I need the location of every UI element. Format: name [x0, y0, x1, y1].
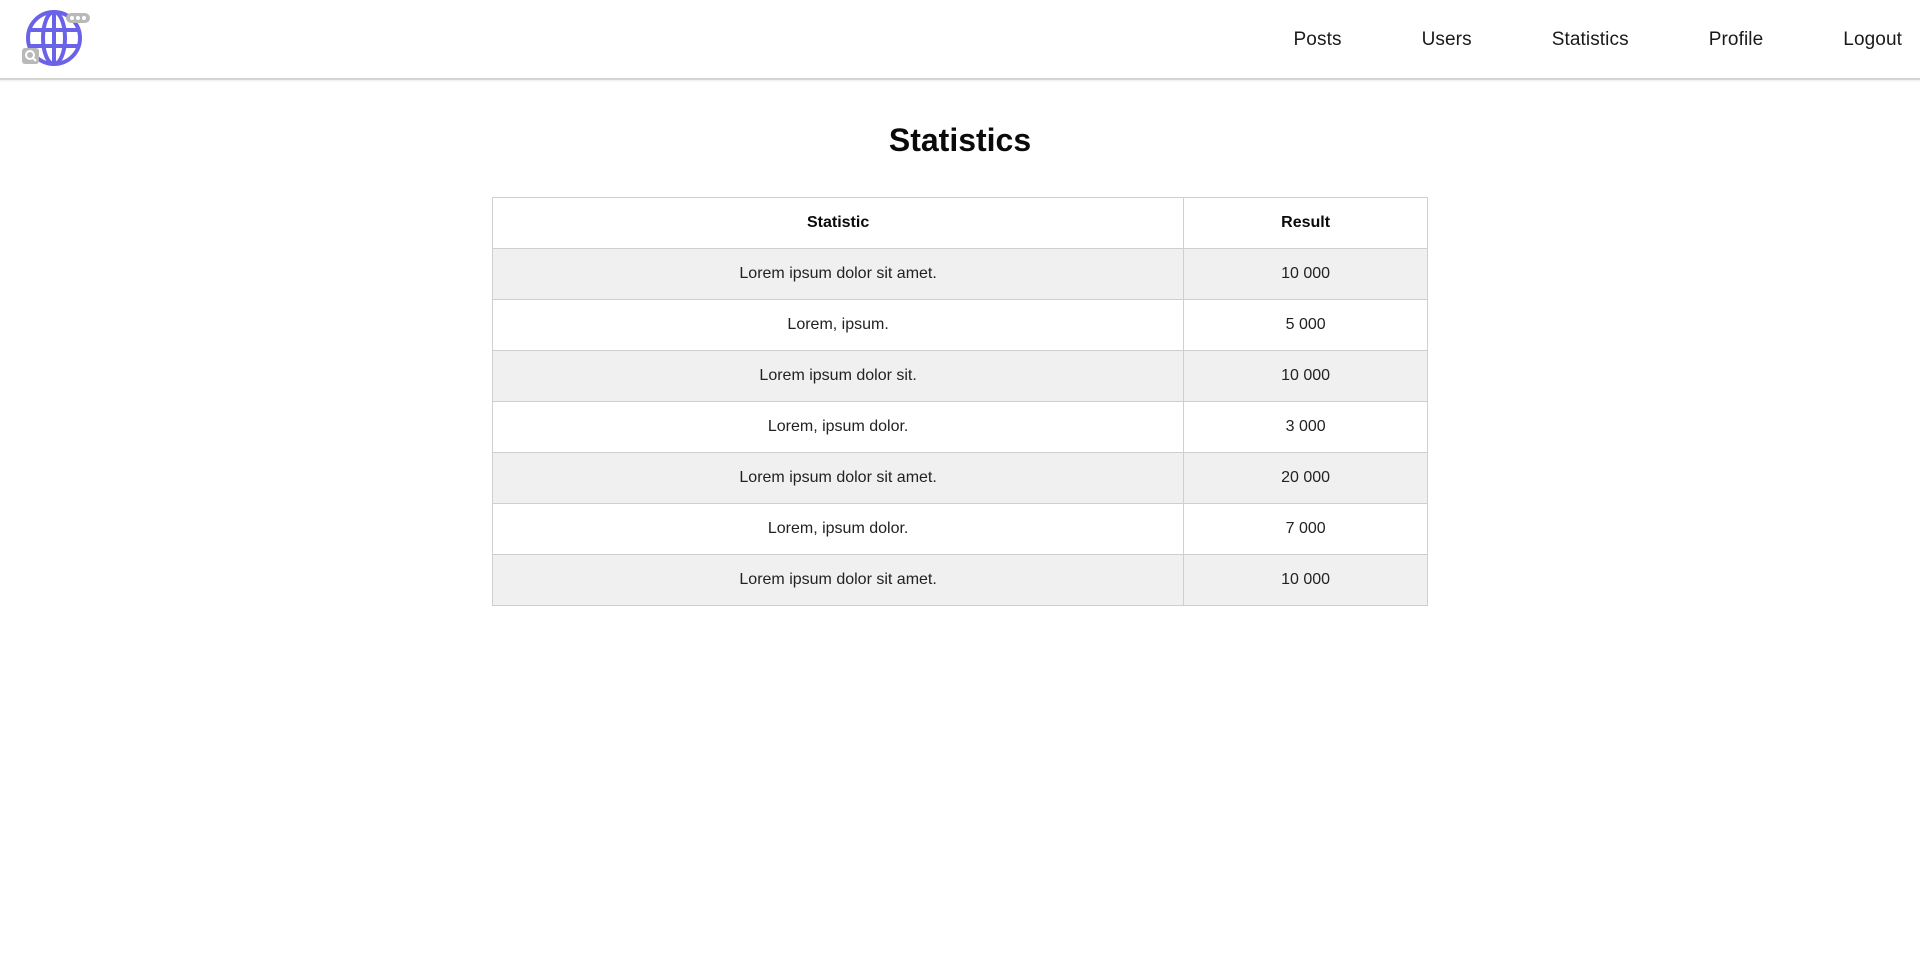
table-row: Lorem ipsum dolor sit. 10 000 [491, 350, 1428, 402]
nav-profile-link[interactable]: Profile [1709, 29, 1764, 51]
result-cell: 20 000 [1183, 452, 1428, 504]
statistic-cell: Lorem ipsum dolor sit. [491, 350, 1185, 402]
table-row: Lorem ipsum dolor sit amet. 20 000 [491, 452, 1428, 504]
nav-statistics-link[interactable]: Statistics [1552, 29, 1629, 51]
statistics-table: Statistic Result Lorem ipsum dolor sit a… [491, 197, 1428, 606]
result-cell: 10 000 [1183, 248, 1428, 300]
result-cell: 5 000 [1183, 299, 1428, 351]
globe-logo-icon[interactable] [22, 8, 92, 68]
top-navbar: Posts Users Statistics Profile Logout [0, 0, 1920, 80]
result-cell: 3 000 [1183, 401, 1428, 453]
column-header-statistic: Statistic [491, 197, 1185, 249]
main-nav: Posts Users Statistics Profile Logout [1294, 0, 1902, 80]
nav-users-link[interactable]: Users [1422, 29, 1472, 51]
column-header-result: Result [1183, 197, 1428, 249]
result-cell: 7 000 [1183, 503, 1428, 555]
statistic-cell: Lorem, ipsum. [491, 299, 1185, 351]
globe-logo-svg [22, 10, 90, 66]
statistic-cell: Lorem, ipsum dolor. [491, 503, 1185, 555]
table-row: Lorem, ipsum. 5 000 [491, 299, 1428, 351]
table-row: Lorem ipsum dolor sit amet. 10 000 [491, 248, 1428, 300]
nav-logout-link[interactable]: Logout [1843, 29, 1902, 51]
nav-posts-link[interactable]: Posts [1294, 29, 1342, 51]
statistic-cell: Lorem ipsum dolor sit amet. [491, 452, 1185, 504]
statistic-cell: Lorem ipsum dolor sit amet. [491, 248, 1185, 300]
table-row: Lorem, ipsum dolor. 3 000 [491, 401, 1428, 453]
result-cell: 10 000 [1183, 554, 1428, 606]
result-cell: 10 000 [1183, 350, 1428, 402]
table-row: Lorem ipsum dolor sit amet. 10 000 [491, 554, 1428, 606]
statistic-cell: Lorem ipsum dolor sit amet. [491, 554, 1185, 606]
page-title: Statistics [888, 122, 1032, 158]
table-header-row: Statistic Result [491, 197, 1428, 249]
table-row: Lorem, ipsum dolor. 7 000 [491, 503, 1428, 555]
statistic-cell: Lorem, ipsum dolor. [491, 401, 1185, 453]
